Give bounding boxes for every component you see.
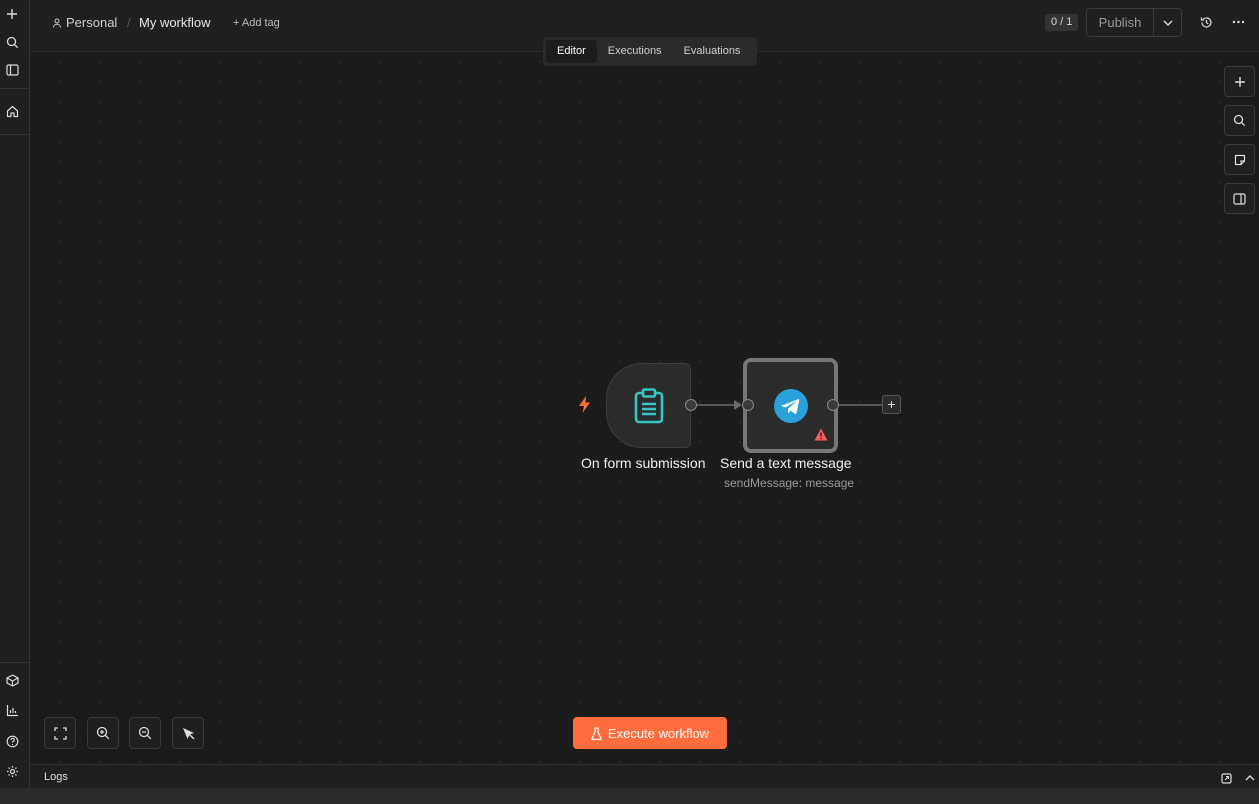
telegram-node-subtitle: sendMessage: message [724, 476, 855, 490]
telegram-input-handle[interactable] [742, 399, 754, 411]
node-send-text-message[interactable] [743, 358, 838, 453]
zoom-in-icon[interactable] [87, 717, 119, 749]
tab-evaluations[interactable]: Evaluations [673, 40, 752, 63]
execute-workflow-label: Execute workflow [607, 725, 710, 741]
app-root: Personal / My workflow + Add tag 0 / 1 P… [0, 0, 1259, 804]
bottom-strip [0, 788, 1259, 804]
tab-editor[interactable]: Editor [546, 40, 597, 63]
add-next-node-button[interactable]: + [882, 395, 901, 414]
telegram-output-handle[interactable] [827, 399, 839, 411]
tidy-up-wand-icon[interactable] [172, 717, 204, 749]
form-clipboard-icon [634, 387, 663, 423]
tab-executions[interactable]: Executions [597, 40, 673, 63]
trigger-output-handle[interactable] [685, 399, 697, 411]
execute-workflow-button[interactable]: Execute workflow [573, 717, 727, 749]
chevron-up-icon[interactable] [1243, 771, 1257, 785]
fit-view-icon[interactable] [44, 717, 76, 749]
trigger-bolt-icon [579, 396, 590, 413]
telegram-node-label: Send a text message [720, 455, 852, 471]
telegram-icon [773, 388, 808, 423]
trigger-node-label: On form submission [581, 455, 706, 471]
flask-icon [591, 726, 602, 740]
warning-icon[interactable] [814, 428, 828, 441]
connection-arrow [734, 400, 742, 410]
view-tabs: Editor Executions Evaluations [543, 37, 757, 66]
logs-panel-bar[interactable]: Logs [30, 764, 1259, 788]
pop-out-icon[interactable] [1219, 771, 1233, 785]
zoom-out-icon[interactable] [129, 717, 161, 749]
logs-label: Logs [44, 771, 68, 783]
node-on-form-submission[interactable] [606, 363, 691, 448]
